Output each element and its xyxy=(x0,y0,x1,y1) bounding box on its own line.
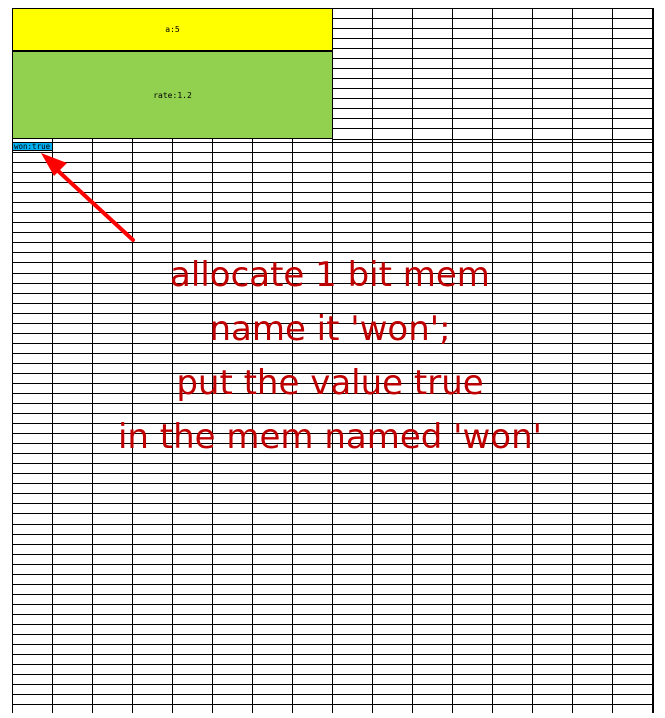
annotation-line-2: name it 'won'; xyxy=(209,309,451,349)
annotation-line-1: allocate 1 bit mem xyxy=(170,255,490,295)
annotation-line-4: in the mem named 'won' xyxy=(117,417,543,457)
memory-block-a: a:5 xyxy=(12,8,333,51)
memory-block-rate: rate:1.2 xyxy=(12,51,333,139)
memory-block-won: won:true xyxy=(12,142,53,151)
spreadsheet-canvas: a:5 rate:1.2 won:true allocate 1 bit mem… xyxy=(0,0,665,718)
annotation-line-3: put the value true xyxy=(176,363,484,403)
memory-block-won-label: won:true xyxy=(14,142,51,151)
memory-block-a-label: a:5 xyxy=(165,25,180,34)
memory-block-rate-label: rate:1.2 xyxy=(153,90,192,100)
annotation-text: allocate 1 bit mem name it 'won'; put th… xyxy=(60,248,600,464)
